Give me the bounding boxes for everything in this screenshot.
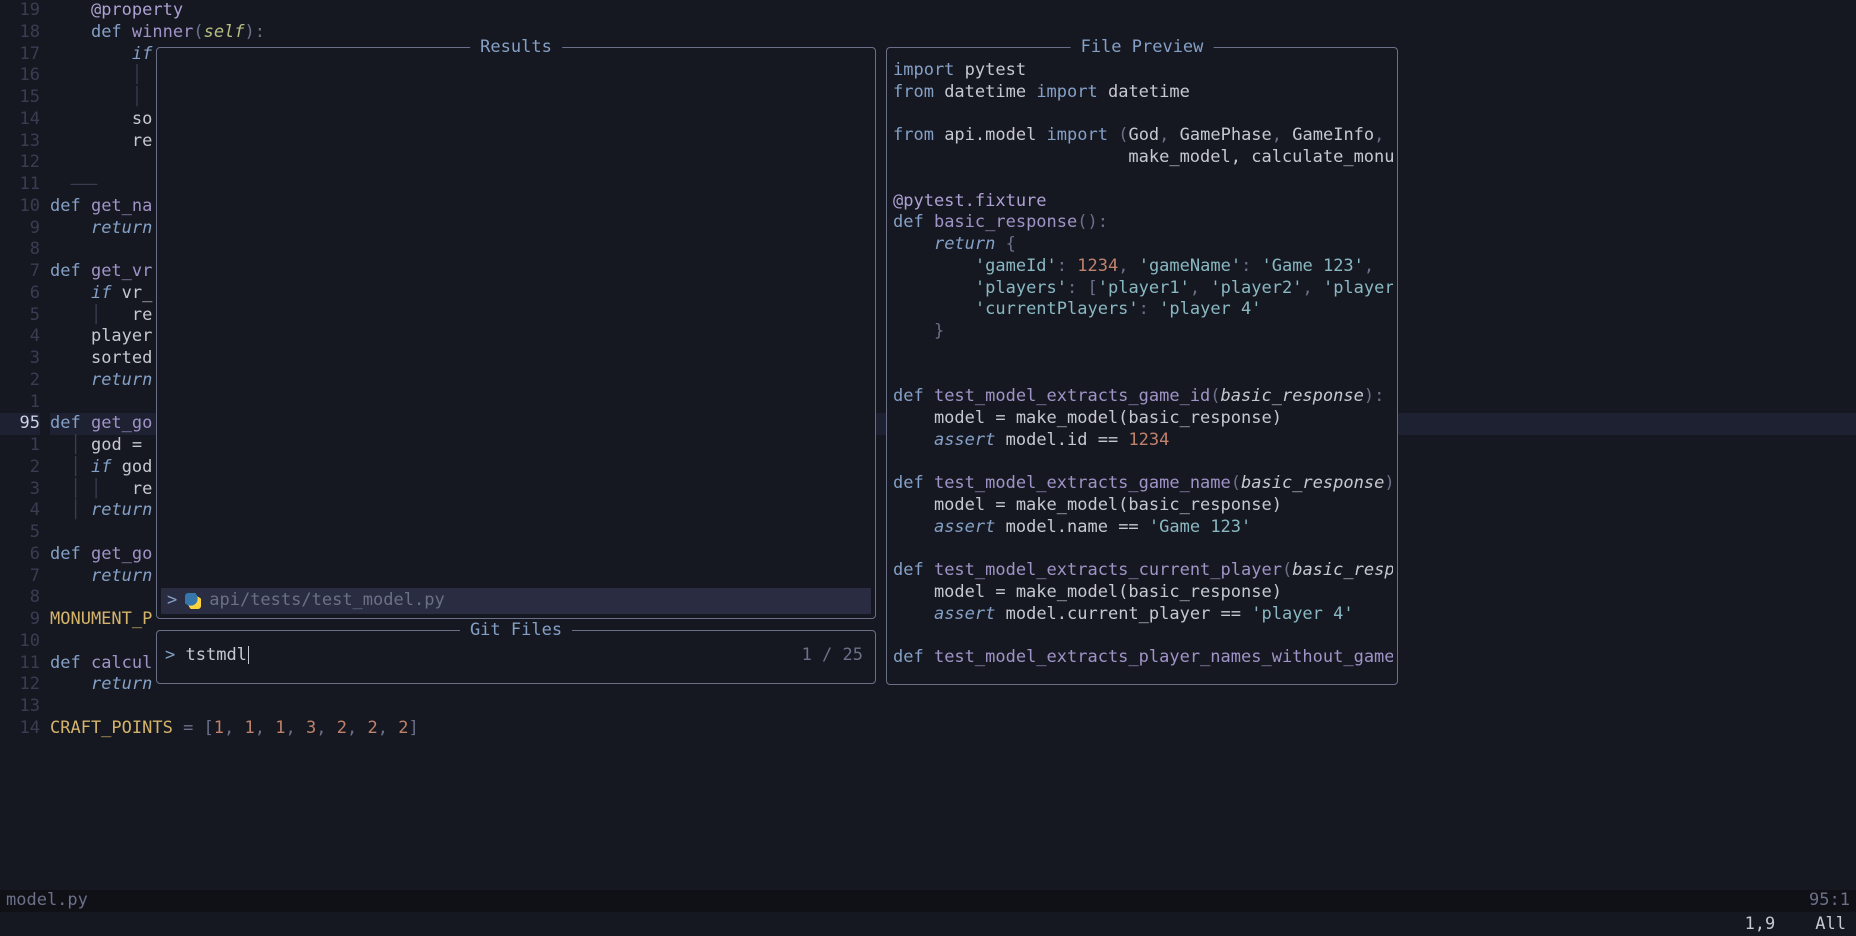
line-number: 95 [0, 413, 40, 435]
status-filename: model.py [6, 890, 88, 912]
preview-line: model = make_model(basic_response) [893, 495, 1393, 517]
line-number: 8 [0, 587, 40, 609]
line-number: 14 [0, 718, 40, 740]
result-item-selected[interactable]: > api/tests/test_model.py [161, 588, 871, 614]
preview-line: model = make_model(basic_response) [893, 582, 1393, 604]
preview-line [893, 452, 1393, 474]
preview-line: def test_model_extracts_game_name(basic_… [893, 473, 1393, 495]
line-number: 2 [0, 457, 40, 479]
preview-content[interactable]: import pytestfrom datetime import dateti… [893, 60, 1393, 669]
search-input[interactable]: > tstmdl [165, 645, 249, 667]
gitfiles-prompt-panel: Git Files > tstmdl 1 / 25 [156, 630, 876, 684]
preview-title: File Preview [1071, 37, 1214, 59]
preview-line: def test_model_extracts_current_player(b… [893, 560, 1393, 582]
code-line[interactable] [50, 696, 1856, 718]
line-number: 11 [0, 174, 40, 196]
python-file-icon [185, 593, 201, 609]
preview-line [893, 104, 1393, 126]
line-number: 9 [0, 218, 40, 240]
line-number-gutter: 1918171615141312111098765432195123456789… [0, 0, 46, 740]
line-number: 13 [0, 696, 40, 718]
line-number: 1 [0, 392, 40, 414]
line-number: 1 [0, 435, 40, 457]
preview-line: from api.model import (God, GamePhase, G… [893, 125, 1393, 147]
line-number: 18 [0, 22, 40, 44]
text-cursor-icon [248, 646, 249, 664]
ruler-cursor: 1,9 [1745, 914, 1776, 936]
preview-line [893, 539, 1393, 561]
line-number: 16 [0, 65, 40, 87]
code-line[interactable]: def winner(self): [50, 22, 1856, 44]
line-number: 5 [0, 305, 40, 327]
preview-line: model = make_model(basic_response) [893, 408, 1393, 430]
preview-line: assert model.current_player == 'player 4… [893, 604, 1393, 626]
preview-line [893, 343, 1393, 365]
preview-line: assert model.name == 'Game 123' [893, 517, 1393, 539]
prompt-chevron-icon: > [165, 645, 175, 665]
line-number: 17 [0, 44, 40, 66]
preview-line [893, 626, 1393, 648]
search-query-text: tstmdl [186, 645, 247, 665]
preview-line: return { [893, 234, 1393, 256]
code-line[interactable]: CRAFT_POINTS = [1, 1, 1, 3, 2, 2, 2] [50, 718, 1856, 740]
preview-line: def test_model_extracts_player_names_wit… [893, 647, 1393, 669]
preview-line: def test_model_extracts_game_id(basic_re… [893, 386, 1393, 408]
line-number: 3 [0, 348, 40, 370]
line-number: 8 [0, 239, 40, 261]
line-number: 5 [0, 522, 40, 544]
preview-line: assert model.id == 1234 [893, 430, 1393, 452]
preview-line [893, 365, 1393, 387]
line-number: 2 [0, 370, 40, 392]
results-panel: Results > api/tests/test_model.py [156, 47, 876, 619]
preview-line: 'players': ['player1', 'player2', 'playe… [893, 278, 1393, 300]
line-number: 6 [0, 283, 40, 305]
line-number: 4 [0, 500, 40, 522]
line-number: 12 [0, 674, 40, 696]
line-number: 7 [0, 261, 40, 283]
file-preview-panel: File Preview import pytestfrom datetime … [886, 47, 1398, 685]
preview-line: 'gameId': 1234, 'gameName': 'Game 123', [893, 256, 1393, 278]
line-number: 3 [0, 479, 40, 501]
line-number: 12 [0, 152, 40, 174]
status-position: 95:1 [1809, 890, 1850, 912]
result-count: 1 / 25 [802, 645, 863, 667]
code-line[interactable]: @property [50, 0, 1856, 22]
line-number: 15 [0, 87, 40, 109]
line-number: 10 [0, 631, 40, 653]
preview-line: from datetime import datetime [893, 82, 1393, 104]
line-number: 14 [0, 109, 40, 131]
ruler-bar: 1,9 All [0, 914, 1856, 936]
line-number: 4 [0, 326, 40, 348]
line-number: 11 [0, 653, 40, 675]
results-title: Results [470, 37, 562, 59]
line-number: 10 [0, 196, 40, 218]
gitfiles-title: Git Files [460, 620, 572, 642]
line-number: 9 [0, 609, 40, 631]
line-number: 13 [0, 131, 40, 153]
line-number: 6 [0, 544, 40, 566]
preview-line: make_model, calculate_monu [893, 147, 1393, 169]
status-bar: model.py 95:1 [0, 890, 1856, 912]
preview-line: import pytest [893, 60, 1393, 82]
chevron-icon: > [167, 590, 177, 612]
result-path: api/tests/test_model.py [209, 590, 444, 612]
preview-line: 'currentPlayers': 'player 4' [893, 299, 1393, 321]
preview-line: } [893, 321, 1393, 343]
preview-line: def basic_response(): [893, 212, 1393, 234]
line-number: 19 [0, 0, 40, 22]
preview-line: @pytest.fixture [893, 191, 1393, 213]
ruler-scroll: All [1815, 914, 1846, 936]
line-number: 7 [0, 566, 40, 588]
preview-line [893, 169, 1393, 191]
